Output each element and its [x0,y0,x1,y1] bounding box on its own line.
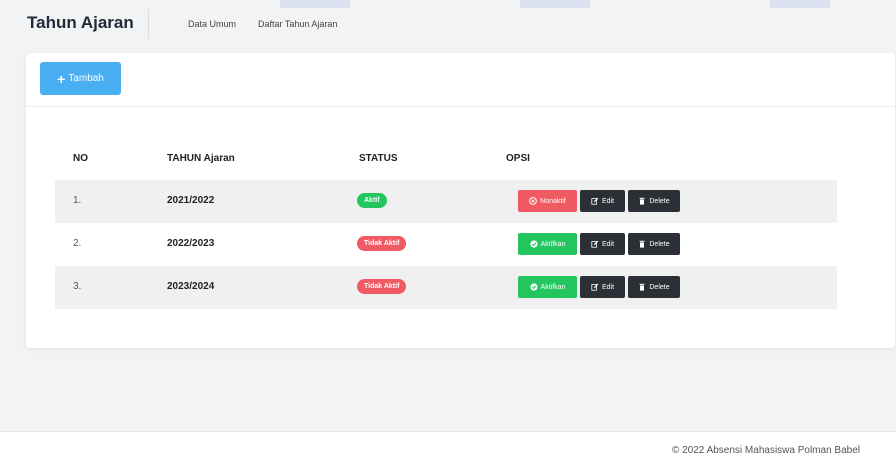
plus-icon: + [57,70,66,87]
nonaktif-label: Nonaktif [540,197,566,205]
delete-label: Delete [649,240,670,248]
x-circle-icon [529,197,537,205]
footer-copyright: © 2022 Absensi Mahasiswa Polman Babel [671,445,860,456]
aktifkan-label: Aktifkan [540,283,566,291]
row-year: 2022/2023 [167,238,215,249]
row-number: 3. [73,281,82,292]
delete-label: Delete [649,283,670,291]
column-header-status: STATUS [359,153,398,164]
row-year: 2021/2022 [167,195,215,206]
status-badge: Tidak Aktif [357,279,407,294]
status-badge: Tidak Aktif [357,236,407,251]
add-button[interactable]: + Tambah [40,62,121,95]
check-circle-icon [529,283,538,291]
delete-button[interactable]: Delete [628,276,680,298]
row-number: 1. [73,195,82,206]
trash-icon [639,240,645,248]
breadcrumb-data-umum[interactable]: Data Umum [188,19,236,29]
edit-icon [591,240,599,248]
row-year: 2023/2024 [167,281,215,292]
check-circle-icon [529,240,538,248]
page-header: Tahun Ajaran Data Umum Daftar Tahun Ajar… [0,0,896,50]
title-divider [148,9,149,39]
edit-button[interactable]: Edit [580,276,625,298]
edit-label: Edit [601,283,615,291]
table-row: 2. 2022/2023 Tidak Aktif Aktifkan Edit D… [55,223,837,266]
aktifkan-button[interactable]: Aktifkan [518,233,577,255]
table-row: 3. 2023/2024 Tidak Aktif Aktifkan Edit D… [55,266,837,309]
delete-button[interactable]: Delete [628,233,680,255]
edit-button[interactable]: Edit [580,233,625,255]
row-number: 2. [73,238,82,249]
column-header-tahun-ajaran: TAHUN Ajaran [167,153,235,164]
aktifkan-label: Aktifkan [540,240,566,248]
edit-icon [591,197,599,205]
edit-icon [591,283,599,291]
delete-button[interactable]: Delete [628,190,680,212]
edit-label: Edit [601,197,615,205]
column-header-opsi: OPSI [506,153,530,164]
breadcrumb-daftar-tahun-ajaran[interactable]: Daftar Tahun Ajaran [258,19,337,29]
column-header-no: NO [73,153,88,164]
table-row: 1. 2021/2022 Aktif Nonaktif Edit Delete [55,180,837,223]
trash-icon [639,283,645,291]
page-title: Tahun Ajaran [27,13,134,32]
edit-button[interactable]: Edit [580,190,625,212]
status-badge: Aktif [357,193,387,208]
aktifkan-button[interactable]: Aktifkan [518,276,577,298]
nonaktif-button[interactable]: Nonaktif [518,190,577,212]
add-button-label: Tambah [68,73,104,84]
card-divider [26,106,895,107]
delete-label: Delete [649,197,670,205]
trash-icon [639,197,645,205]
edit-label: Edit [601,240,615,248]
tahun-ajaran-card: + Tambah NO TAHUN Ajaran STATUS OPSI 1. … [26,53,895,348]
